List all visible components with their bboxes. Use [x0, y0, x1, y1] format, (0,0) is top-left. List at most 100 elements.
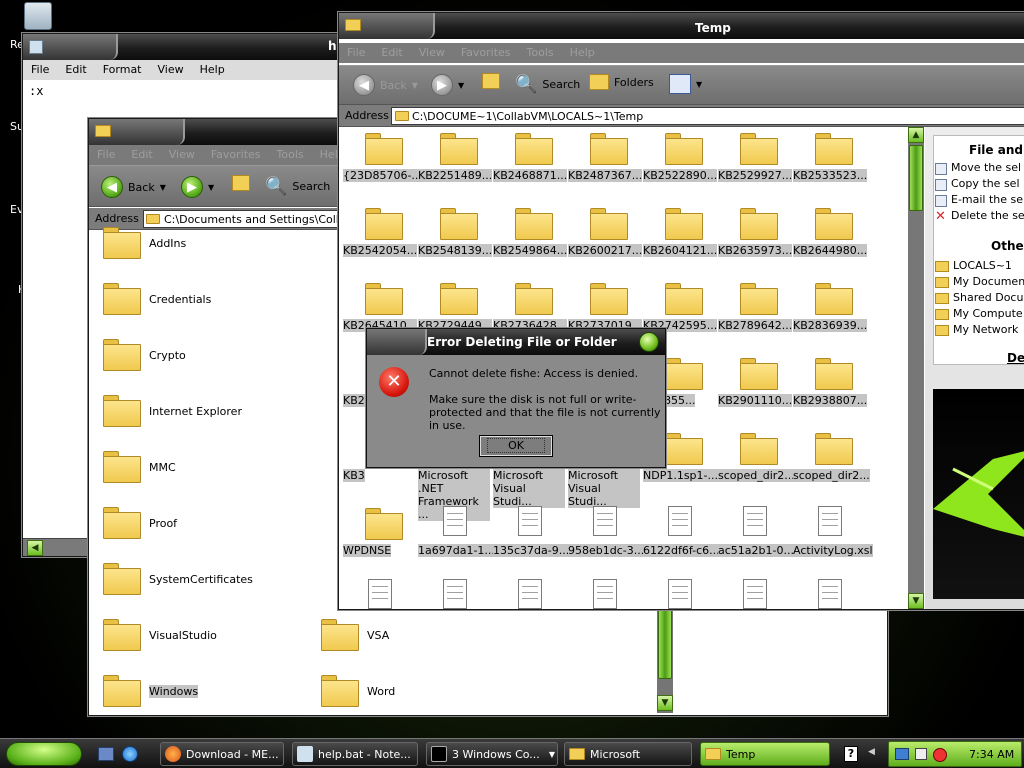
menu-file[interactable]: File	[347, 46, 365, 59]
folder-icon[interactable]	[815, 283, 853, 315]
folder-label[interactable]: VisualStudio	[149, 629, 217, 642]
task-header[interactable]: File and Fo	[969, 143, 1024, 157]
file-icon[interactable]	[743, 579, 767, 609]
menu-favorites[interactable]: Favorites	[461, 46, 511, 59]
folder-icon[interactable]	[365, 283, 403, 315]
task-link[interactable]: Copy the sel	[951, 177, 1020, 190]
file-icon[interactable]	[443, 579, 467, 609]
folder-label[interactable]: WPDNSE	[343, 544, 392, 557]
file-icon[interactable]	[368, 579, 392, 609]
folder-icon[interactable]	[815, 358, 853, 390]
folder-label[interactable]: KB2901110...	[718, 394, 793, 407]
folder-icon[interactable]	[665, 133, 703, 165]
folder-icon[interactable]	[440, 283, 478, 315]
folder-label[interactable]: KB2938807...	[793, 394, 868, 407]
html-file-icon[interactable]	[743, 506, 767, 536]
folder-icon[interactable]	[103, 675, 141, 707]
folder-icon[interactable]	[365, 508, 403, 540]
folder-label[interactable]: AddIns	[149, 237, 186, 250]
folder-label[interactable]: KB3	[343, 469, 365, 482]
scroll-down-arrow[interactable]: ▼	[908, 593, 924, 609]
up-folder-button[interactable]	[232, 175, 250, 191]
recycle-bin-icon[interactable]	[24, 2, 52, 30]
network-icon[interactable]	[895, 748, 909, 760]
scroll-thumb[interactable]	[909, 145, 923, 211]
folder-label[interactable]: KB2542054...	[343, 244, 418, 257]
scroll-left-arrow[interactable]: ◀	[27, 540, 43, 556]
folder-icon[interactable]	[815, 208, 853, 240]
folder-label[interactable]: KB2487367...	[568, 169, 643, 182]
folder-icon[interactable]	[665, 433, 703, 465]
close-icon[interactable]	[639, 332, 659, 352]
folder-label[interactable]: Credentials	[149, 293, 211, 306]
folder-label[interactable]: KB2789642...	[718, 319, 793, 332]
menu-view[interactable]: View	[169, 148, 195, 161]
menu-view[interactable]: View	[419, 46, 445, 59]
task-link[interactable]: Delete the se	[951, 209, 1024, 222]
folder-label[interactable]: Proof	[149, 517, 177, 530]
back-button[interactable]: ◀ Back ▼	[353, 74, 418, 96]
folder-icon[interactable]	[740, 208, 778, 240]
folder-icon[interactable]	[665, 283, 703, 315]
taskbar-button-command[interactable]: 3 Windows Co... ▼	[426, 742, 558, 766]
xsl-file-icon[interactable]	[818, 506, 842, 536]
folder-label[interactable]: KB2549864...	[493, 244, 568, 257]
start-button[interactable]	[6, 742, 82, 766]
folder-label[interactable]: Word	[367, 685, 395, 698]
folder-label[interactable]: VSA	[367, 629, 389, 642]
folder-label[interactable]: Microsoft Visual Studi...	[493, 469, 565, 508]
other-place-link[interactable]: My Documen	[953, 275, 1024, 288]
file-label[interactable]: ac51a2b1-0...	[718, 544, 794, 557]
temp-vscroll[interactable]: ▲ ▼	[908, 127, 924, 609]
search-button[interactable]: 🔍 Search	[515, 74, 580, 95]
menu-edit[interactable]: Edit	[131, 148, 152, 161]
ok-button[interactable]: OK	[479, 435, 553, 457]
tray-expand-icon[interactable]: ◀	[868, 747, 875, 757]
html-file-icon[interactable]	[518, 506, 542, 536]
folder-icon[interactable]	[515, 208, 553, 240]
temp-explorer-window[interactable]: Temp File Edit View Favorites Tools Help ◀ Bac…	[338, 12, 1024, 610]
internet-explorer-icon[interactable]	[122, 746, 138, 762]
dialog-titlebar[interactable]: Error Deleting File or Folder	[367, 329, 665, 355]
folder-icon[interactable]	[365, 133, 403, 165]
other-place-link[interactable]: LOCALS~1	[953, 259, 1012, 272]
folder-label[interactable]: KB2529927...	[718, 169, 793, 182]
folder-label[interactable]: KB2836939...	[793, 319, 868, 332]
folder-label[interactable]: KB2604121...	[643, 244, 718, 257]
back-button[interactable]: ◀ Back ▼	[101, 176, 166, 198]
file-icon[interactable]	[518, 579, 542, 609]
folder-icon[interactable]	[590, 133, 628, 165]
folder-icon[interactable]	[815, 433, 853, 465]
folder-icon[interactable]	[103, 227, 141, 259]
other-place-link[interactable]: Shared Docu	[953, 291, 1023, 304]
folder-icon[interactable]	[740, 283, 778, 315]
menu-favorites[interactable]: Favorites	[211, 148, 261, 161]
html-file-icon[interactable]	[668, 506, 692, 536]
scroll-down-arrow[interactable]: ▼	[657, 695, 673, 711]
security-alert-icon[interactable]	[933, 748, 947, 762]
folder-label[interactable]: KB2522890...	[643, 169, 718, 182]
folder-label[interactable]: SystemCertificates	[149, 573, 253, 586]
clock[interactable]: 7:34 AM	[969, 748, 1014, 761]
folder-icon[interactable]	[321, 619, 359, 651]
folder-label[interactable]: Crypto	[149, 349, 186, 362]
menu-view[interactable]: View	[158, 63, 184, 76]
folder-label[interactable]: Windows	[149, 685, 199, 698]
search-button[interactable]: 🔍 Search	[265, 176, 330, 197]
taskbar-button-microsoft[interactable]: Microsoft	[564, 742, 692, 766]
folder-icon[interactable]	[740, 133, 778, 165]
folder-icon[interactable]	[103, 563, 141, 595]
folder-icon[interactable]	[440, 208, 478, 240]
task-link[interactable]: Move the sel	[951, 161, 1021, 174]
folder-icon[interactable]	[740, 433, 778, 465]
address-field[interactable]: C:\DOCUME~1\CollabVM\LOCALS~1\Temp	[391, 107, 1024, 125]
folder-icon[interactable]	[590, 208, 628, 240]
file-icon[interactable]	[818, 579, 842, 609]
folder-icon[interactable]	[665, 358, 703, 390]
menu-edit[interactable]: Edit	[381, 46, 402, 59]
folder-label[interactable]: KB2548139...	[418, 244, 493, 257]
folder-label[interactable]: KB2468871...	[493, 169, 568, 182]
other-place-link[interactable]: My Compute	[953, 307, 1023, 320]
forward-button[interactable]: ▶ ▼	[181, 176, 214, 198]
folder-label[interactable]: KB2251489...	[418, 169, 493, 182]
